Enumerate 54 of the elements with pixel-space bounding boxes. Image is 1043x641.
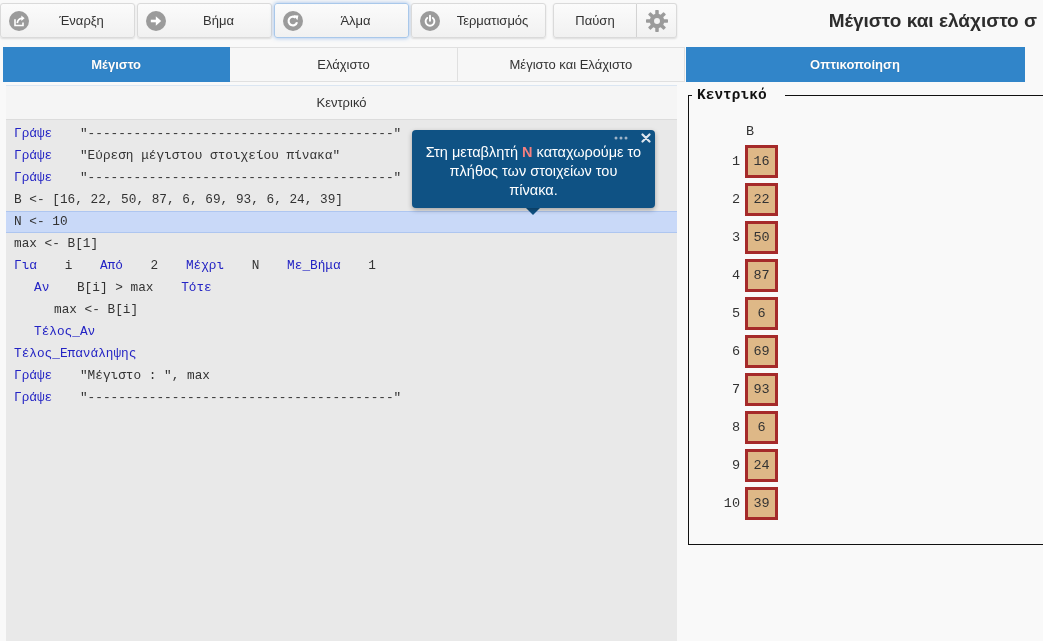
tab[interactable]: Οπτικοποίηση [686,47,1025,82]
array-name: B [745,124,756,140]
array-cell: 69 [745,335,778,368]
panel-legend: Κεντρικό [692,87,785,103]
share-icon [9,10,29,31]
array-cell: 87 [745,259,778,292]
toolbar-button[interactable]: Βήμα [137,3,272,38]
array-index: 9 [730,457,740,475]
array-cell: 39 [745,487,778,520]
array-index: 1 [730,153,740,171]
array-index: 7 [730,381,740,399]
code-line: Γράψε "----------------------------------------" [14,170,402,185]
toolbar-button[interactable]: Τερματισμός [411,3,546,38]
close-icon[interactable] [641,133,651,143]
array-cell: 6 [745,411,778,444]
array-index: 2 [730,191,740,209]
code-line: B <- [16, 22, 50, 87, 6, 69, 93, 6, 24, 39] [14,192,343,207]
array-index: 3 [730,229,740,247]
pause-button[interactable]: Παύση [553,3,637,38]
code-line: Γράψε "Μέγιστο : ", max [14,368,210,383]
array-index: 4 [730,267,740,285]
toolbar-button[interactable]: Έναρξη [0,3,135,38]
array-cell: 22 [745,183,778,216]
array-cell: 93 [745,373,778,406]
code-line: Γράψε "Εύρεση μέγιστου στοιχείου πίνακα" [14,148,341,163]
code-line: Γράψε "----------------------------------------" [14,126,402,141]
code-line: Αν B[i] > max Τότε [34,280,212,295]
array-index: 6 [730,343,740,361]
array-cell: 16 [745,145,778,178]
tab[interactable]: Ελάχιστο [230,47,458,82]
code-line: N <- 10 [14,214,68,229]
tooltip-text: Στη μεταβλητή N καταχωρούμε το πλήθος των στοιχείων του πίνακα. [424,143,643,200]
code-line: Για i Από 2 Μέχρι N Με_Βήμα 1 [14,258,376,273]
page-title: Μέγιστο και ελάχιστο σ [828,9,1038,33]
array-index: 8 [730,419,740,437]
code-line: max <- B[i] [54,302,139,317]
array-index: 5 [730,305,740,323]
toolbar-button[interactable]: Άλμα [274,3,409,38]
arrow-right-icon [146,10,166,31]
tab[interactable]: Μέγιστο [3,47,231,82]
code-line: max <- B[1] [14,236,99,251]
tab[interactable]: Μέγιστο και Ελάχιστο [457,47,685,82]
settings-icon [645,9,668,32]
more-icon [614,136,628,140]
array-cell: 6 [745,297,778,330]
array-cell: 50 [745,221,778,254]
power-icon [420,10,440,31]
array-cell: 24 [745,449,778,482]
code-line: Γράψε "----------------------------------------" [14,390,402,405]
code-line: Τέλος_Αν [34,324,96,339]
panel-header: Κεντρικό [6,86,677,120]
array-index: 10 [722,495,740,513]
settings-button[interactable] [637,3,677,38]
code-line: Τέλος_Επανάληψης [14,346,137,361]
